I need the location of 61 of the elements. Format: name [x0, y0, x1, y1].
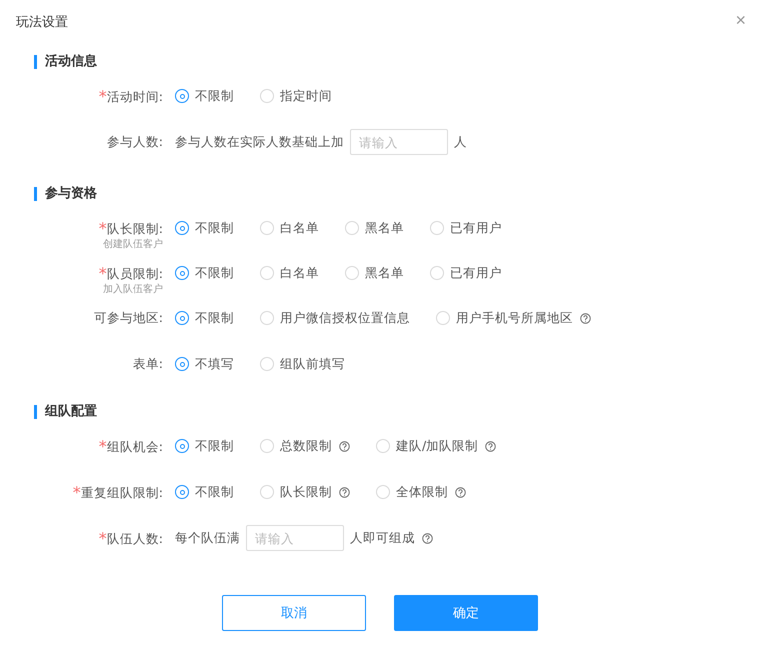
- input-field[interactable]: 请输入: [350, 129, 448, 155]
- radio-option[interactable]: 不限制: [175, 219, 234, 237]
- help-icon[interactable]: [339, 486, 350, 498]
- field-label: 队伍人数:: [106, 530, 163, 548]
- field-label: 组队机会:: [106, 438, 163, 456]
- required-mark: *: [98, 87, 107, 106]
- radio-option[interactable]: 不限制: [175, 309, 234, 327]
- radio-option[interactable]: 黑名单: [345, 219, 404, 237]
- section-title: 组队配置: [34, 405, 97, 419]
- field-sublabel: 加入队伍客户: [103, 283, 163, 296]
- radio-option[interactable]: 组队前填写: [260, 355, 345, 373]
- radio-icon[interactable]: [175, 311, 189, 325]
- required-mark: *: [98, 219, 107, 238]
- radio-option[interactable]: 白名单: [260, 219, 319, 237]
- field-label: 参与人数:: [106, 133, 163, 151]
- radio-option[interactable]: 不限制: [175, 264, 234, 282]
- radio-option[interactable]: 指定时间: [260, 87, 332, 105]
- field-label: 重复组队限制:: [80, 484, 163, 502]
- field-label: 可参与地区:: [94, 309, 163, 327]
- help-icon[interactable]: [485, 440, 496, 452]
- radio-icon[interactable]: [175, 485, 189, 499]
- radio-option[interactable]: 总数限制: [260, 437, 350, 455]
- radio-option[interactable]: 不限制: [175, 483, 234, 501]
- radio-option[interactable]: 建队/加队限制: [376, 437, 496, 455]
- required-mark: *: [98, 437, 107, 456]
- required-mark: *: [72, 483, 81, 502]
- radio-option[interactable]: 已有用户: [430, 219, 502, 237]
- help-icon[interactable]: [339, 440, 350, 452]
- help-icon[interactable]: [455, 486, 466, 498]
- field-label: 表单:: [132, 355, 163, 373]
- radio-option[interactable]: 不限制: [175, 87, 234, 105]
- field-label: 活动时间:: [106, 88, 163, 106]
- radio-option[interactable]: 队长限制: [260, 483, 350, 501]
- section-title: 活动信息: [34, 55, 97, 69]
- dialog-title: 玩法设置: [16, 14, 68, 32]
- field-sublabel: 创建队伍客户: [103, 238, 163, 251]
- required-mark: *: [98, 264, 107, 283]
- radio-icon[interactable]: [175, 221, 189, 235]
- help-icon[interactable]: [580, 312, 591, 324]
- field-text: 人: [454, 133, 467, 151]
- help-icon[interactable]: [422, 532, 433, 544]
- radio-option[interactable]: 白名单: [260, 264, 319, 282]
- field-text: 每个队伍满: [175, 529, 240, 547]
- radio-option[interactable]: 全体限制: [376, 483, 466, 501]
- radio-option[interactable]: 不填写: [175, 355, 234, 373]
- field-label: 队长限制:: [106, 220, 163, 238]
- radio-option[interactable]: 不限制: [175, 437, 234, 455]
- radio-icon[interactable]: [175, 89, 189, 103]
- radio-icon[interactable]: [175, 266, 189, 280]
- input-field[interactable]: 请输入: [246, 525, 344, 551]
- radio-option[interactable]: 用户微信授权位置信息: [260, 309, 410, 327]
- radio-option[interactable]: 用户手机号所属地区: [436, 309, 591, 327]
- radio-icon[interactable]: [175, 439, 189, 453]
- field-text: 人即可组成: [350, 529, 415, 547]
- radio-icon[interactable]: [175, 357, 189, 371]
- field-text: 参与人数在实际人数基础上加: [175, 133, 344, 151]
- radio-option[interactable]: 黑名单: [345, 264, 404, 282]
- field-label: 队员限制:: [106, 264, 163, 282]
- radio-option[interactable]: 已有用户: [430, 264, 502, 282]
- required-mark: *: [98, 529, 107, 548]
- section-title: 参与资格: [34, 187, 97, 201]
